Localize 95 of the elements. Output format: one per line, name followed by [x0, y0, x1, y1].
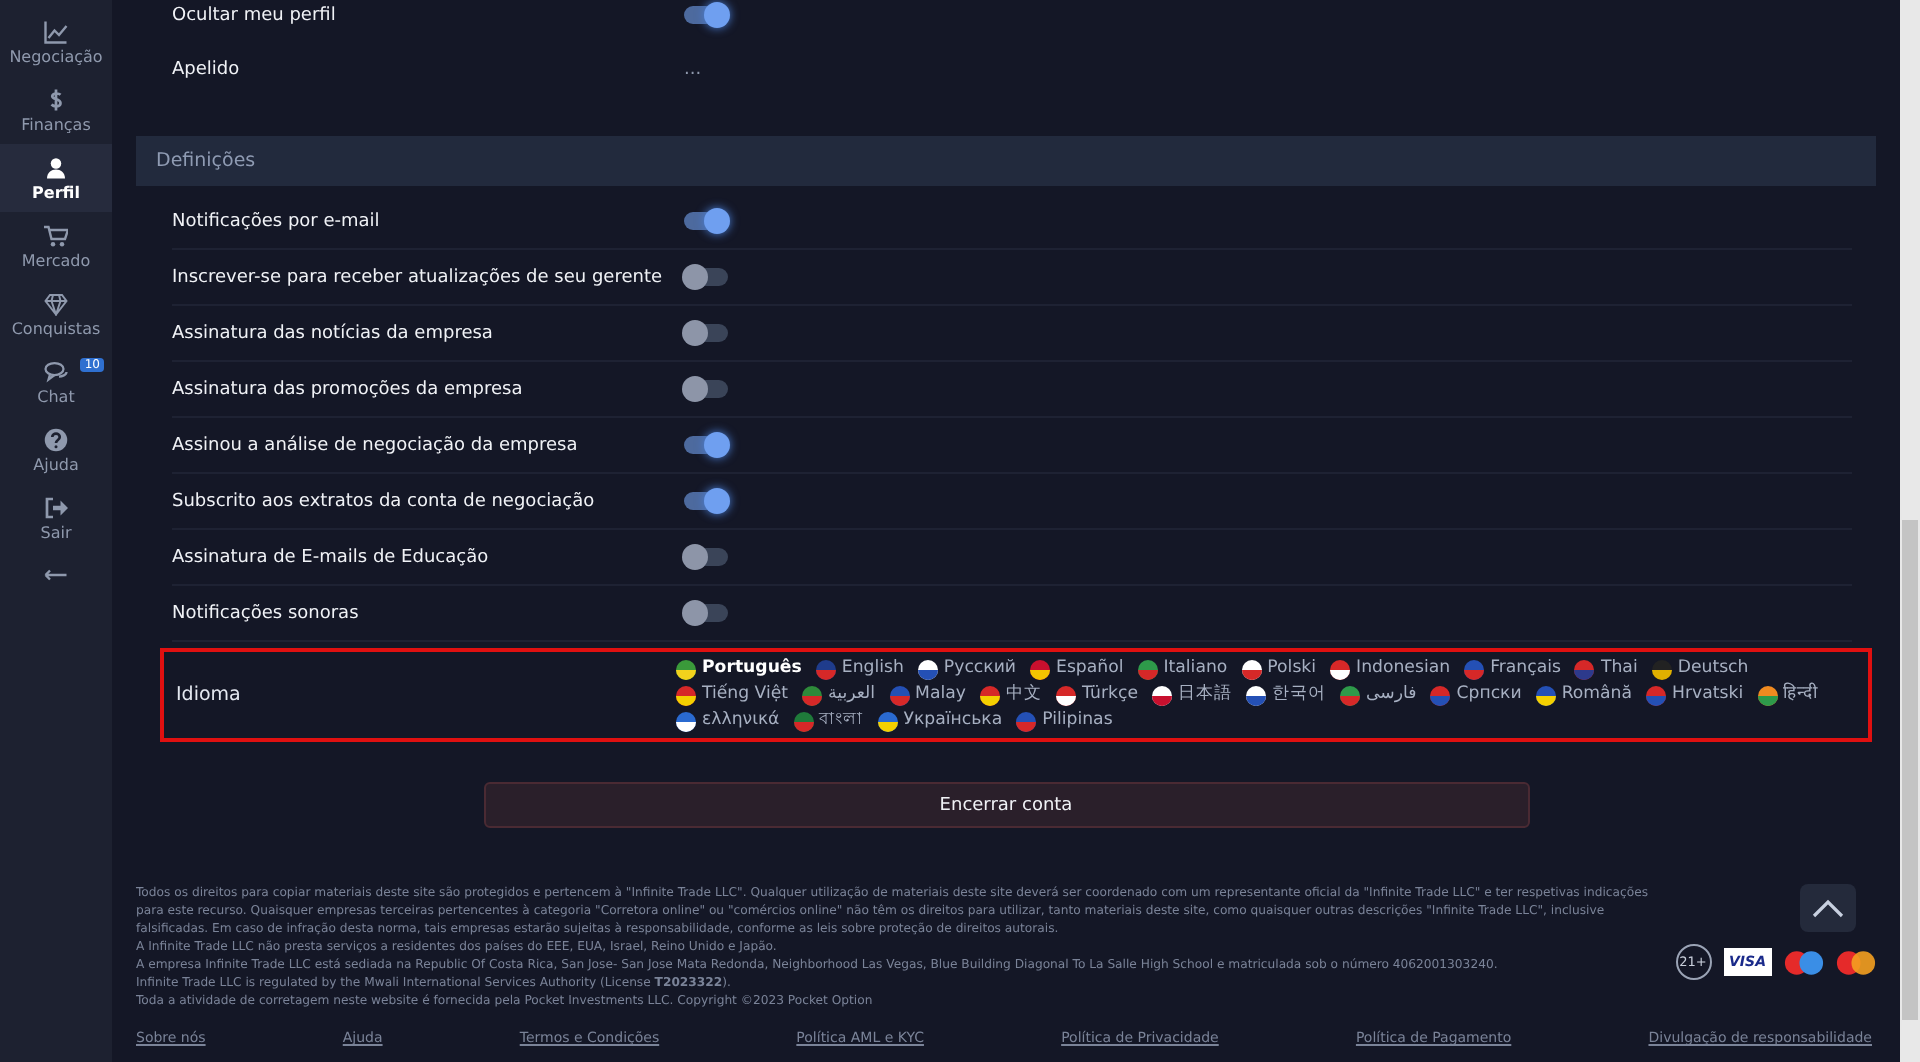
language-option[interactable]: Română: [1535, 684, 1633, 706]
language-option[interactable]: हिन्दी: [1757, 684, 1818, 706]
toggle-switch[interactable]: [684, 604, 728, 622]
language-option[interactable]: 한국어: [1246, 684, 1326, 706]
help-icon: [44, 427, 68, 451]
sidebar-item[interactable]: Finanças: [0, 76, 112, 144]
setting-label: Inscrever-se para receber atualizações de seu gerente: [172, 267, 665, 287]
flag-icon: [889, 685, 910, 705]
flag-icon: [1340, 685, 1360, 705]
toggle-switch[interactable]: [684, 380, 728, 398]
setting-label: Apelido: [172, 59, 242, 79]
chevron-up-icon: [1812, 898, 1844, 918]
section-title: Definições: [156, 150, 256, 172]
flag-icon: [1757, 685, 1778, 705]
flag-icon: [1055, 685, 1076, 705]
flag-icon: [1241, 659, 1262, 679]
setting-label: Ocultar meu perfil: [172, 5, 338, 25]
flag-icon: [1030, 659, 1051, 679]
flag-icon: [1574, 659, 1595, 679]
exit-icon: [44, 495, 68, 519]
setting-label: Assinou a análise de negociação da empresa: [172, 435, 580, 455]
language-option[interactable]: Indonesian: [1330, 658, 1451, 680]
circles-logo-icon: [1836, 949, 1876, 975]
setting-label: Notificações sonoras: [172, 603, 361, 623]
language-option[interactable]: Polski: [1241, 658, 1317, 680]
setting-label: Notificações por e-mail: [172, 211, 382, 231]
chat-icon: [44, 359, 68, 383]
toggle-switch[interactable]: [684, 436, 728, 454]
toggle-switch[interactable]: [684, 212, 728, 230]
language-option[interactable]: Türkçe: [1055, 684, 1138, 706]
language-option[interactable]: ελληνικά: [676, 710, 780, 732]
setting-label: Subscrito aos extratos da conta de negociação: [172, 491, 597, 511]
flag-icon: [979, 685, 1000, 705]
flag-icon: [815, 659, 836, 679]
flag-icon: [1246, 685, 1266, 705]
flag-icon: [1464, 659, 1485, 679]
scroll-up-button[interactable]: [1800, 884, 1856, 932]
language-option[interactable]: 中文: [979, 684, 1042, 706]
flag-icon: [676, 659, 696, 679]
language-option[interactable]: Italiano: [1137, 658, 1228, 680]
flag-icon: [676, 711, 696, 731]
flag-icon: [1646, 685, 1667, 705]
setting-label: Idioma: [176, 684, 243, 706]
flag-icon: [793, 711, 814, 731]
scrollbar-thumb[interactable]: [1902, 520, 1918, 1020]
sidebar-item[interactable]: Sair: [0, 484, 112, 552]
flag-icon: [1152, 685, 1172, 705]
sidebar-item[interactable]: Negociação: [0, 8, 112, 76]
setting-label: Assinatura das promoções da empresa: [172, 379, 525, 399]
language-option[interactable]: English: [815, 658, 904, 680]
flag-icon: [1330, 659, 1351, 679]
circles-logo-icon: [1784, 949, 1824, 975]
language-option[interactable]: Français: [1464, 658, 1561, 680]
flag-icon: [917, 659, 938, 679]
flag-icon: [1137, 659, 1158, 679]
language-option[interactable]: 日本語: [1152, 684, 1232, 706]
sidebar-item[interactable]: Conquistas: [0, 280, 112, 348]
flag-icon: [1430, 685, 1451, 705]
sidebar-item[interactable]: Ajuda: [0, 416, 112, 484]
chart-icon: [44, 19, 68, 43]
nickname-value: ...: [684, 59, 702, 79]
language-option[interactable]: Српски: [1430, 684, 1522, 706]
setting-label: Assinatura das notícias da empresa: [172, 323, 495, 343]
toggle-switch[interactable]: [684, 324, 728, 342]
language-option[interactable]: فارسی: [1340, 684, 1417, 706]
language-option[interactable]: Hrvatski: [1646, 684, 1744, 706]
language-option[interactable]: العربية: [802, 684, 876, 706]
language-option[interactable]: Español: [1030, 658, 1124, 680]
close-account-button[interactable]: Encerrar conta: [483, 782, 1529, 828]
diamond-icon: [44, 291, 68, 315]
language-option[interactable]: Українська: [877, 710, 1003, 732]
toggle-switch[interactable]: [684, 6, 728, 24]
user-icon: [44, 155, 68, 179]
language-option[interactable]: বাংলা: [793, 710, 864, 732]
language-option[interactable]: Thai: [1574, 658, 1638, 680]
language-option[interactable]: Pilipinas: [1016, 710, 1113, 732]
language-option[interactable]: Tiếng Việt: [676, 684, 789, 706]
language-option[interactable]: Deutsch: [1651, 658, 1749, 680]
sidebar-item[interactable]: Mercado: [0, 212, 112, 280]
arrow-left-icon[interactable]: [44, 568, 68, 582]
flag-icon: [1651, 659, 1672, 679]
language-option[interactable]: Português: [676, 658, 802, 680]
toggle-switch[interactable]: [684, 492, 728, 510]
toggle-switch[interactable]: [684, 268, 728, 286]
flag-icon: [802, 685, 823, 705]
cart-icon: [44, 223, 68, 247]
flag-icon: [676, 685, 696, 705]
flag-icon: [1016, 711, 1037, 731]
flag-icon: [877, 711, 898, 731]
language-option[interactable]: Malay: [889, 684, 966, 706]
sidebar-item[interactable]: Perfil: [0, 144, 112, 212]
flag-icon: [1535, 685, 1556, 705]
toggle-switch[interactable]: [684, 548, 728, 566]
setting-label: Assinatura de E-mails de Educação: [172, 547, 491, 567]
language-option[interactable]: Русский: [917, 658, 1017, 680]
